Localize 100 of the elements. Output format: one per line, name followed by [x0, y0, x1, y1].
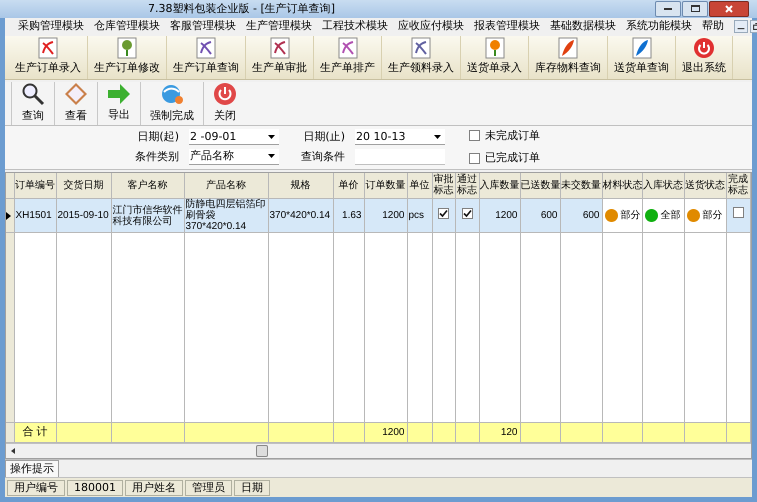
caret-icon [268, 134, 275, 139]
status-label: 全部 [660, 208, 680, 223]
table-cell: 600 [560, 198, 602, 232]
menu-item[interactable]: 基础数据模块 [550, 18, 616, 35]
toolbar-button[interactable]: 库存物料查询 [529, 36, 608, 78]
column-header[interactable]: 未交数量 [560, 172, 602, 198]
feather-icon [630, 37, 652, 60]
table-cell: 江门市信华软件科技有限公司 [111, 198, 184, 232]
column-header[interactable]: 通过标志 [455, 172, 479, 198]
checkbox[interactable] [438, 208, 449, 220]
scroll-thumb[interactable] [256, 445, 268, 457]
column-header[interactable]: 已送数量 [520, 172, 560, 198]
row-pointer-icon [6, 212, 11, 220]
column-header[interactable]: 入库状态 [642, 172, 684, 198]
column-header[interactable]: 单价 [333, 172, 364, 198]
arrow-right-icon [107, 82, 131, 105]
status-text: 用户姓名 [125, 480, 183, 496]
menu-item[interactable]: 报表管理模块 [474, 18, 540, 35]
document-icon [336, 37, 358, 60]
menu-item[interactable]: 采购管理模块 [18, 18, 84, 35]
maximize-button[interactable] [682, 0, 708, 17]
minimize-button[interactable] [655, 0, 681, 17]
checkbox[interactable] [732, 207, 744, 218]
menu-item[interactable]: 客服管理模块 [170, 18, 236, 35]
minimize-icon[interactable] [734, 20, 748, 33]
menu-item[interactable]: 帮助 [702, 18, 724, 35]
toolbar-button[interactable]: 生产单审批 [246, 36, 314, 78]
document-icon [37, 37, 59, 60]
checkbox[interactable] [469, 152, 480, 164]
toolbar-button[interactable]: 强制完成 [140, 82, 203, 124]
power-icon [693, 37, 715, 60]
tip-tab[interactable]: 操作提示 [5, 460, 59, 477]
column-header[interactable]: 客户名称 [111, 172, 184, 198]
status-text: 日期 [234, 480, 270, 496]
field-label: 日期(止) [302, 129, 345, 145]
status-text: 用户编号 [7, 480, 65, 496]
checkbox-label: 已完成订单 [485, 150, 540, 166]
input-field[interactable] [355, 148, 445, 165]
status-label: 部分 [702, 208, 722, 223]
menu-item[interactable]: 应收应付模块 [398, 18, 464, 35]
column-header[interactable]: 订单数量 [364, 172, 407, 198]
toolbar-button[interactable]: 导出 [97, 82, 140, 124]
column-header[interactable]: 完成标志 [726, 172, 750, 198]
flower-icon [484, 37, 506, 60]
column-header[interactable]: 规格 [268, 172, 333, 198]
document-icon [195, 37, 217, 60]
table-cell: pcs [407, 198, 432, 232]
column-header[interactable]: 入库数量 [479, 172, 520, 198]
table-cell: 2015-09-10 [56, 198, 111, 232]
window-title: 7.38塑料包装企业版 - [生产订单查询] [148, 0, 336, 16]
toolbar-button[interactable]: 生产单排产 [314, 36, 382, 78]
toolbar-button[interactable]: 生产订单修改 [88, 36, 167, 78]
field-label: 查询条件 [300, 148, 345, 164]
toolbar-button[interactable]: 送货单录入 [461, 36, 529, 78]
menu-item[interactable]: 生产管理模块 [246, 18, 312, 35]
toolbar-button[interactable]: 关闭 [203, 82, 246, 124]
feather-icon [557, 37, 579, 60]
flower-icon [116, 37, 138, 60]
column-header[interactable]: 交货日期 [56, 172, 111, 198]
column-header[interactable]: 产品名称 [184, 172, 268, 198]
column-header[interactable]: 单位 [407, 172, 432, 198]
toolbar-button[interactable]: 查询 [11, 82, 54, 124]
table-cell: XH1501 [14, 198, 56, 232]
toolbar-button[interactable]: 生产订单查询 [167, 36, 246, 78]
dropdown-field[interactable]: 产品名称 [189, 148, 279, 165]
close-button[interactable] [709, 0, 749, 17]
column-header[interactable]: 审批标志 [432, 172, 455, 198]
caret-icon [434, 134, 441, 139]
scroll-left-icon[interactable] [11, 448, 15, 454]
toolbar-button[interactable]: 生产领料录入 [382, 36, 461, 78]
corner-cell [6, 172, 14, 198]
menu-item[interactable]: 系统功能模块 [626, 18, 692, 35]
table-cell: 600 [520, 198, 560, 232]
toolbar-button[interactable]: 生产订单录入 [9, 36, 88, 78]
checkbox[interactable] [469, 130, 480, 142]
menu-item[interactable]: 工程技术模块 [322, 18, 388, 35]
column-header[interactable]: 送货状态 [684, 172, 726, 198]
table-cell: 防静电四层铝箔印刷骨袋 370*420*0.14 [184, 198, 268, 232]
table-cell: 1.63 [333, 198, 364, 232]
table-cell: 370*420*0.14 [268, 198, 333, 232]
toolbar-button[interactable]: 送货单查询 [608, 36, 676, 78]
toolbar-button[interactable]: 查看 [54, 82, 97, 124]
toolbar-button[interactable]: 退出系统 [676, 36, 733, 78]
checkbox-label: 未完成订单 [485, 128, 540, 144]
caret-icon [268, 154, 275, 158]
field-label: 条件类别 [134, 148, 179, 164]
menu-item[interactable]: 仓库管理模块 [94, 18, 160, 35]
field-label: 日期(起) [136, 129, 179, 145]
horizontal-scrollbar[interactable] [6, 443, 751, 458]
document-icon [410, 37, 432, 60]
table-cell: 1200 [364, 198, 407, 232]
status-text: 管理员 [185, 480, 232, 496]
status-label: 部分 [620, 208, 640, 223]
document-icon [268, 37, 290, 60]
dropdown-field[interactable]: 2 -09-01 [189, 129, 279, 146]
column-header[interactable]: 订单编号 [14, 172, 56, 198]
dropdown-field[interactable]: 20 10-13 [355, 129, 445, 146]
column-header[interactable]: 材料状态 [602, 172, 642, 198]
checkbox[interactable] [462, 208, 472, 220]
close-icon [725, 4, 733, 13]
